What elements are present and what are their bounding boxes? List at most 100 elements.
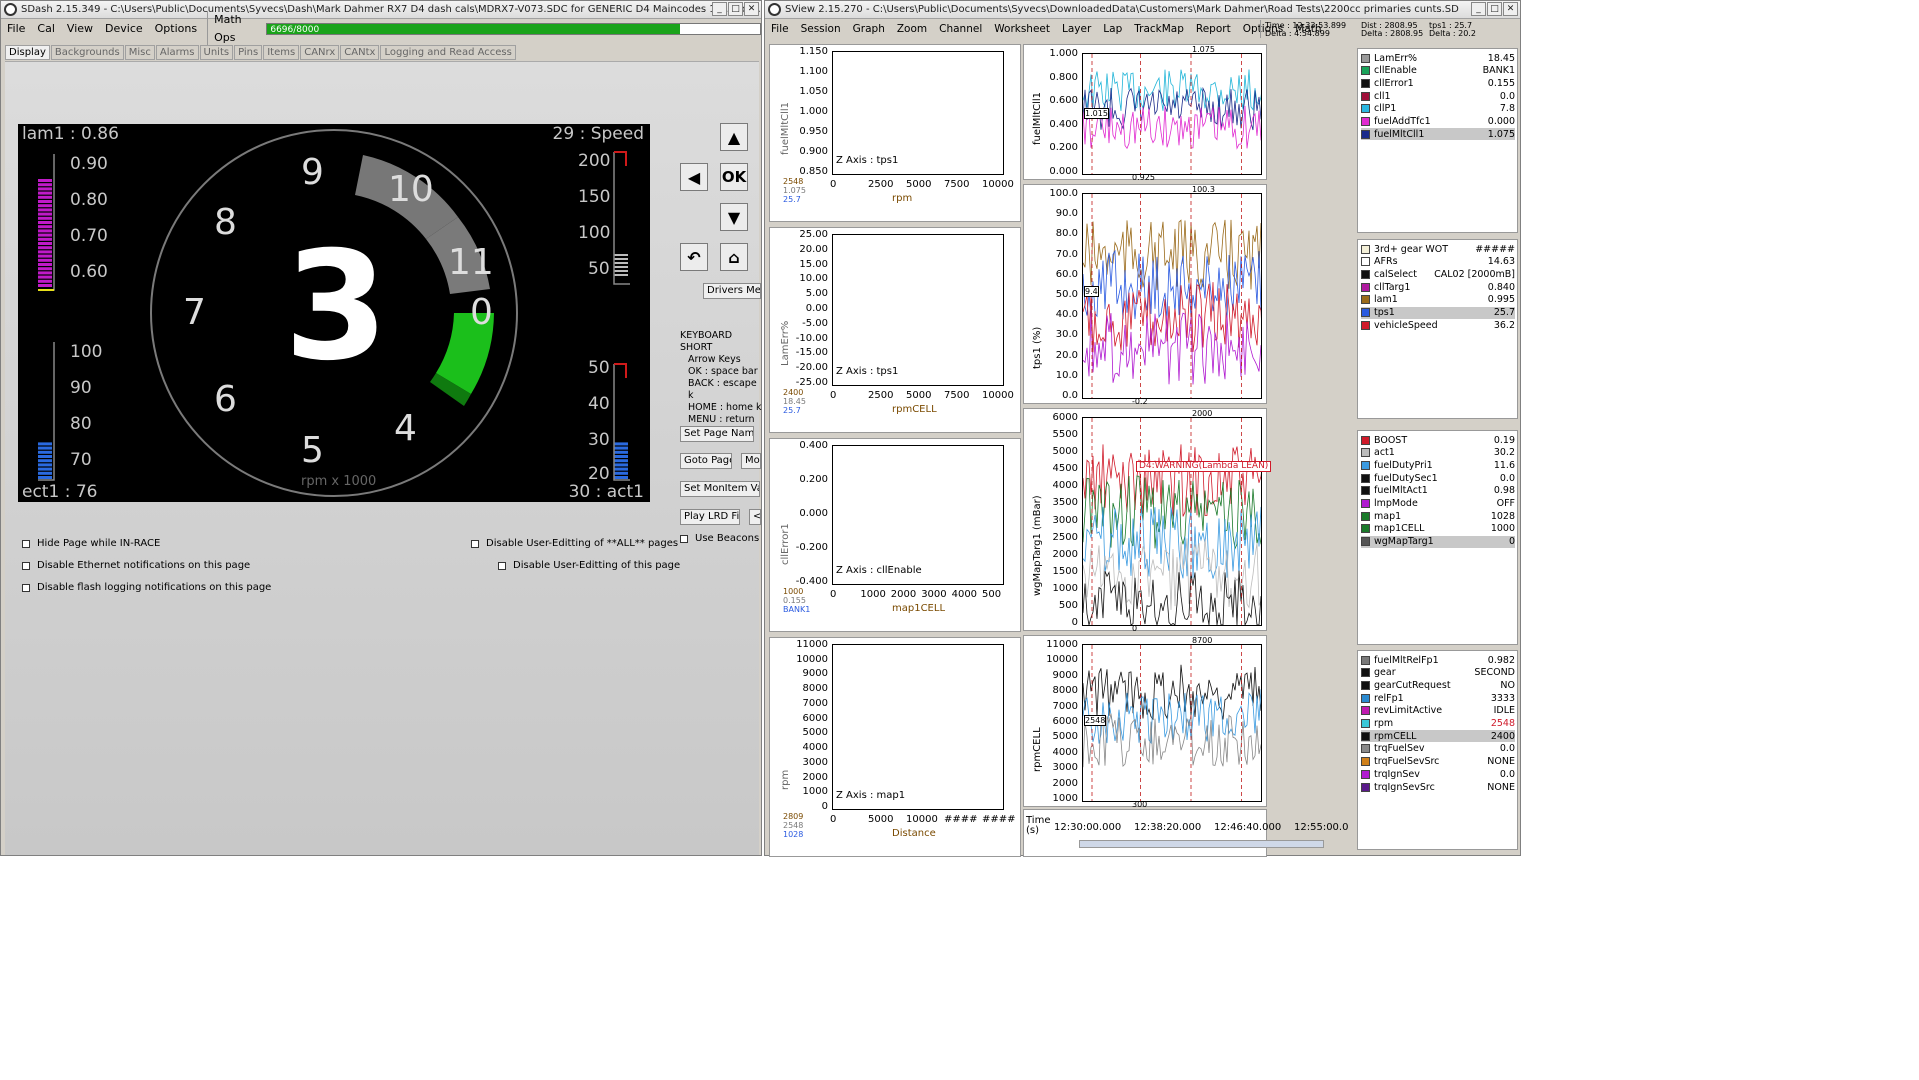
- channel-row[interactable]: fuelMltAct1 0.98: [1361, 485, 1515, 497]
- channel-color-swatch[interactable]: [1361, 486, 1370, 496]
- channel-row[interactable]: lmpMode OFF: [1361, 498, 1515, 510]
- time-plot-area[interactable]: [1082, 53, 1262, 175]
- down-button[interactable]: ▼: [720, 203, 748, 231]
- menu-cal[interactable]: Cal: [31, 20, 60, 38]
- channel-color-swatch[interactable]: [1361, 460, 1370, 470]
- channel-row[interactable]: cll1 0.0: [1361, 90, 1515, 102]
- menu-device[interactable]: Device: [99, 20, 149, 38]
- use-beacons-checkbox[interactable]: Use Beacons: [680, 533, 759, 544]
- time-panel[interactable]: fuelMltCll1 1.000 0.800 0.600 0.400 0.200 0.00…: [1023, 44, 1267, 182]
- lt-button[interactable]: <: [749, 509, 761, 525]
- channel-color-swatch[interactable]: [1361, 719, 1370, 728]
- channel-row[interactable]: calSelect CAL02 [2000mB]: [1361, 268, 1515, 280]
- channel-row[interactable]: 3rd+ gear WOT #####: [1361, 243, 1515, 255]
- disable-user-page-checkbox[interactable]: Disable User-Editting of this page: [498, 560, 680, 571]
- menu-file[interactable]: File: [1, 20, 31, 38]
- time-panel[interactable]: rpmCELL 11000 10000 9000 8000 7000 6000 5000 400…: [1023, 635, 1267, 809]
- channel-row[interactable]: rpm 2548: [1361, 718, 1515, 730]
- tab-alarms[interactable]: Alarms: [155, 45, 199, 60]
- channel-row[interactable]: cllP1 7.8: [1361, 103, 1515, 115]
- channel-row[interactable]: trqFuelSevSrc NONE: [1361, 756, 1515, 768]
- channel-row[interactable]: trqFuelSev 0.0: [1361, 743, 1515, 755]
- scatter-plot-area[interactable]: [832, 644, 1004, 810]
- channel-color-swatch[interactable]: [1361, 104, 1370, 114]
- sdash-titlebar[interactable]: SDash 2.15.349 - C:\Users\Public\Documen…: [1, 1, 761, 19]
- channel-color-swatch[interactable]: [1361, 473, 1370, 483]
- hide-page-checkbox[interactable]: Hide Page while IN-RACE: [22, 538, 160, 549]
- channel-row[interactable]: cllEnable BANK1: [1361, 65, 1515, 77]
- channel-color-swatch[interactable]: [1361, 680, 1370, 690]
- scatter-panel[interactable]: LamErr% 25.00 20.00 15.00 10.00 5.00 0.00 -5.00…: [769, 227, 1021, 433]
- channel-row[interactable]: BOOST 0.19: [1361, 434, 1515, 446]
- tab-logging[interactable]: Logging and Read Access: [380, 45, 516, 60]
- channel-color-swatch[interactable]: [1361, 66, 1370, 76]
- menu-view[interactable]: View: [61, 20, 99, 38]
- scatter-panel[interactable]: cllError1 0.400 0.200 0.000 -0.200 -0.400 0 100…: [769, 438, 1021, 632]
- channel-color-swatch[interactable]: [1361, 117, 1370, 126]
- channel-row[interactable]: fuelDutyPri1 11.6: [1361, 459, 1515, 471]
- set-page-name-button[interactable]: Set Page Name: [680, 426, 754, 442]
- scatter-plot-area[interactable]: [832, 445, 1004, 585]
- channel-color-swatch[interactable]: [1361, 435, 1370, 445]
- tab-backgrounds[interactable]: Backgrounds: [50, 45, 124, 60]
- time-scrollbar[interactable]: [1079, 840, 1324, 848]
- channel-color-swatch[interactable]: [1361, 53, 1370, 63]
- channel-row[interactable]: wgMapTarg1 0: [1361, 535, 1515, 548]
- tab-pins[interactable]: Pins: [234, 45, 263, 60]
- channel-color-swatch[interactable]: [1361, 257, 1370, 267]
- scatter-panel[interactable]: fuelMltCll1 1.150 1.100 1.050 1.000 0.950 0.90…: [769, 44, 1021, 222]
- minimize-button[interactable]: _: [1471, 2, 1486, 16]
- channel-color-swatch[interactable]: [1361, 295, 1370, 305]
- maximize-button[interactable]: □: [1487, 2, 1502, 16]
- channel-row[interactable]: revLimitActive IDLE: [1361, 705, 1515, 717]
- channel-color-swatch[interactable]: [1361, 511, 1370, 521]
- dash-display[interactable]: lam1 : 0.86 29 : Speed ect1 : 76 30 : ac…: [18, 124, 650, 502]
- channel-row[interactable]: map1CELL 1000: [1361, 523, 1515, 535]
- menu-options[interactable]: Options: [149, 20, 203, 38]
- mo-button[interactable]: Mo: [741, 453, 761, 469]
- drivers-menu-button[interactable]: Drivers Menu: [703, 283, 761, 299]
- channel-row[interactable]: trqIgnSev 0.0: [1361, 768, 1515, 780]
- channel-color-swatch[interactable]: [1361, 524, 1370, 534]
- channel-row[interactable]: fuelMltRelFp1 0.982: [1361, 654, 1515, 666]
- menu-channel[interactable]: Channel: [933, 20, 988, 38]
- channel-row[interactable]: tps1 25.7: [1361, 306, 1515, 319]
- sview-titlebar[interactable]: SView 2.15.270 - C:\Users\Public\Documen…: [765, 1, 1520, 19]
- channel-color-swatch[interactable]: [1361, 282, 1370, 292]
- channel-color-swatch[interactable]: [1361, 668, 1370, 678]
- menu-layer[interactable]: Layer: [1056, 20, 1097, 38]
- play-lrd-button[interactable]: Play LRD File: [680, 509, 740, 525]
- menu-report[interactable]: Report: [1190, 20, 1237, 38]
- channel-color-swatch[interactable]: [1361, 129, 1370, 139]
- menu-trackmap[interactable]: TrackMap: [1128, 20, 1190, 38]
- menu-worksheet[interactable]: Worksheet: [988, 20, 1056, 38]
- time-plot-area[interactable]: [1082, 644, 1262, 802]
- channel-color-swatch[interactable]: [1361, 499, 1370, 508]
- channel-color-swatch[interactable]: [1361, 78, 1370, 88]
- menu-file[interactable]: File: [765, 20, 795, 38]
- time-panel[interactable]: wgMapTarg1 (mBar) 6000 5500 5000 4500 4000 350…: [1023, 408, 1272, 633]
- channel-row[interactable]: LamErr% 18.45: [1361, 52, 1515, 64]
- tab-display[interactable]: Display: [5, 45, 50, 60]
- channel-row[interactable]: AFRs 14.63: [1361, 256, 1515, 268]
- channel-color-swatch[interactable]: [1361, 269, 1370, 279]
- set-monitem-button[interactable]: Set MonItem Valu: [680, 481, 760, 497]
- tab-canrx[interactable]: CANrx: [300, 45, 340, 60]
- menu-graph[interactable]: Graph: [847, 20, 891, 38]
- channel-color-swatch[interactable]: [1361, 744, 1370, 754]
- channel-color-swatch[interactable]: [1361, 537, 1370, 547]
- channel-color-swatch[interactable]: [1361, 757, 1370, 767]
- left-button[interactable]: ◀: [680, 163, 708, 191]
- up-button[interactable]: ▲: [720, 123, 748, 151]
- channel-color-swatch[interactable]: [1361, 655, 1370, 665]
- channel-row[interactable]: cllError1 0.155: [1361, 77, 1515, 89]
- disable-flash-checkbox[interactable]: Disable flash logging notifications on t…: [22, 582, 271, 593]
- menu-session[interactable]: Session: [795, 20, 847, 38]
- scatter-plot-area[interactable]: [832, 234, 1004, 386]
- channel-color-swatch[interactable]: [1361, 782, 1370, 792]
- channel-row[interactable]: gearCutRequest NO: [1361, 679, 1515, 691]
- channel-list[interactable]: fuelMltRelFp1 0.982 gear SECOND gearCutR…: [1357, 650, 1518, 850]
- channel-row[interactable]: rpmCELL 2400: [1361, 730, 1515, 743]
- maximize-button[interactable]: □: [728, 2, 743, 16]
- time-plot-area[interactable]: [1082, 193, 1262, 399]
